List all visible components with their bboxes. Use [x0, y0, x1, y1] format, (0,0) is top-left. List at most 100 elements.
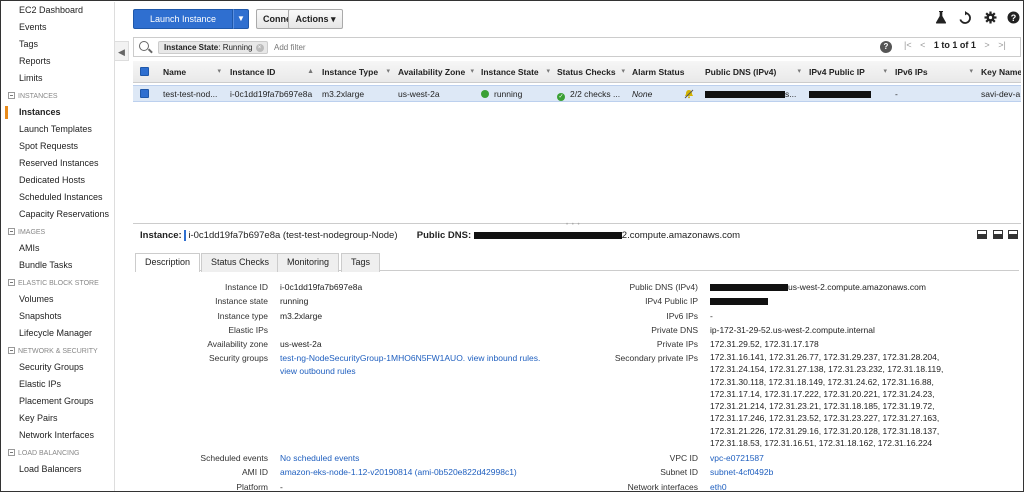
help-icon[interactable]: ?: [1005, 11, 1021, 27]
sidebar-item-dedicated-hosts[interactable]: Dedicated Hosts: [2, 172, 114, 189]
sidebar-item-ec2-dashboard[interactable]: EC2 Dashboard: [2, 2, 114, 19]
sidebar-section-load-balancing[interactable]: LOAD BALANCING: [2, 444, 114, 461]
last-page-icon[interactable]: >|: [998, 40, 1006, 50]
tab-monitoring[interactable]: Monitoring: [277, 253, 340, 272]
sidebar-item-events[interactable]: Events: [2, 19, 114, 36]
first-page-icon[interactable]: |<: [904, 40, 912, 50]
column-header-alarm-status[interactable]: Alarm Status: [632, 61, 702, 83]
column-header-key-name[interactable]: Key Name: [981, 61, 1021, 83]
tab-tags[interactable]: Tags: [341, 253, 381, 272]
select-all-checkbox[interactable]: [140, 67, 149, 76]
sort-icon[interactable]: ▾: [386, 61, 390, 83]
sidebar-item-scheduled-instances[interactable]: Scheduled Instances: [2, 189, 114, 206]
layout-bottom-icon[interactable]: [977, 230, 987, 239]
next-page-icon[interactable]: >: [984, 40, 989, 50]
table-row[interactable]: test-test-nod... i-0c1dd19fa7b697e8a m3.…: [133, 85, 1021, 102]
refresh-icon[interactable]: [957, 11, 973, 27]
add-filter-input[interactable]: [274, 41, 574, 54]
label-platform: Platform: [236, 482, 268, 492]
sidebar-item-network-interfaces[interactable]: Network Interfaces: [2, 427, 114, 444]
column-header-instance-state[interactable]: Instance State ▾: [481, 61, 554, 83]
column-header-instance-type[interactable]: Instance Type ▾: [322, 61, 394, 83]
sidebar-item-snapshots[interactable]: Snapshots: [2, 308, 114, 325]
sort-icon[interactable]: ▾: [883, 61, 887, 83]
drag-handle-icon[interactable]: • • •: [566, 222, 581, 228]
filter-chip-instance-state[interactable]: Instance State: Running ×: [158, 41, 268, 54]
column-header-ipv4-public-ip[interactable]: IPv4 Public IP ▾: [809, 61, 891, 83]
value-ami-id[interactable]: amazon-eks-node-1.12-v20190814 (ami-0b52…: [280, 467, 517, 477]
sidebar-item-volumes[interactable]: Volumes: [2, 291, 114, 308]
launch-instance-button[interactable]: Launch Instance: [133, 9, 233, 29]
column-header-ipv6-ips[interactable]: IPv6 IPs ▾: [895, 61, 977, 83]
value-scheduled-events[interactable]: No scheduled events: [280, 453, 359, 463]
sort-icon[interactable]: ▾: [621, 61, 625, 83]
security-group-link[interactable]: test-ng-NodeSecurityGroup-1MHO6N5FW1AUO.: [280, 353, 465, 363]
filter-help-icon[interactable]: ?: [880, 41, 892, 53]
value-subnet-id[interactable]: subnet-4cf0492b: [710, 467, 773, 477]
sidebar-item-instances[interactable]: Instances: [2, 104, 114, 121]
sidebar-section-images[interactable]: IMAGES: [2, 223, 114, 240]
prev-page-icon[interactable]: <: [920, 40, 925, 50]
column-header-status-checks[interactable]: Status Checks ▾: [557, 61, 629, 83]
remove-filter-icon[interactable]: ×: [255, 44, 264, 52]
launch-instance-dropdown[interactable]: ▼: [233, 9, 249, 29]
layout-full-icon[interactable]: [1008, 230, 1019, 239]
cell-instance-id: i-0c1dd19fa7b697e8a: [230, 89, 313, 99]
value-network-interfaces[interactable]: eth0: [710, 482, 727, 491]
collapse-section-icon[interactable]: [8, 279, 15, 286]
sidebar-item-spot-requests[interactable]: Spot Requests: [2, 138, 114, 155]
sidebar-collapse-button[interactable]: ◀: [115, 41, 129, 61]
sidebar-item-elastic-ips[interactable]: Elastic IPs: [2, 376, 114, 393]
column-header-public-dns-ipv4-[interactable]: Public DNS (IPv4) ▾: [705, 61, 805, 83]
sidebar-item-tags[interactable]: Tags: [2, 36, 114, 53]
collapse-section-icon[interactable]: [8, 92, 15, 99]
tab-status-checks[interactable]: Status Checks: [201, 253, 280, 272]
layout-split-icon[interactable]: [992, 230, 1003, 239]
sidebar-item-reserved-instances[interactable]: Reserved Instances: [2, 155, 114, 172]
view-outbound-rules-link[interactable]: view outbound rules: [280, 366, 356, 376]
running-status-icon: [481, 90, 489, 98]
sort-icon[interactable]: ▾: [470, 61, 474, 83]
sort-icon[interactable]: ▲: [307, 61, 314, 83]
sidebar-item-key-pairs[interactable]: Key Pairs: [2, 410, 114, 427]
value-private-ips: 172.31.29.52, 172.31.17.178: [710, 339, 819, 349]
collapse-section-icon[interactable]: [8, 228, 15, 235]
sidebar-section-label: ELASTIC BLOCK STORE: [18, 280, 99, 287]
sidebar-item-capacity-reservations[interactable]: Capacity Reservations: [2, 206, 114, 223]
label-vpc-id: VPC ID: [669, 453, 698, 463]
sidebar-section-network-security[interactable]: NETWORK & SECURITY: [2, 342, 114, 359]
sidebar-item-limits[interactable]: Limits: [2, 70, 114, 87]
sidebar-item-load-balancers[interactable]: Load Balancers: [2, 461, 114, 478]
label-network-interfaces: Network interfaces: [627, 482, 698, 492]
cell-instance-state: running: [481, 86, 551, 103]
value-vpc-id[interactable]: vpc-e0721587: [710, 453, 764, 463]
sidebar-item-amis[interactable]: AMIs: [2, 240, 114, 257]
view-inbound-rules-link[interactable]: view inbound rules.: [468, 353, 541, 363]
sidebar-item-reports[interactable]: Reports: [2, 53, 114, 70]
sidebar-item-bundle-tasks[interactable]: Bundle Tasks: [2, 257, 114, 274]
sidebar-section-elastic-block-store[interactable]: ELASTIC BLOCK STORE: [2, 274, 114, 291]
cell-public-dns: s...: [705, 86, 805, 103]
row-checkbox[interactable]: [140, 89, 149, 98]
create-alarm-icon[interactable]: [684, 89, 694, 99]
collapse-section-icon[interactable]: [8, 347, 15, 354]
sidebar-item-security-groups[interactable]: Security Groups: [2, 359, 114, 376]
sort-icon[interactable]: ▾: [969, 61, 973, 83]
sidebar-item-launch-templates[interactable]: Launch Templates: [2, 121, 114, 138]
svg-text:?: ?: [1010, 13, 1016, 23]
column-header-instance-id[interactable]: Instance ID ▲: [230, 61, 318, 83]
sort-icon[interactable]: ▾: [546, 61, 550, 83]
tab-description[interactable]: Description: [135, 253, 201, 272]
sidebar-item-lifecycle-manager[interactable]: Lifecycle Manager: [2, 325, 114, 342]
column-header-name[interactable]: Name ▾: [163, 61, 225, 83]
sidebar-item-placement-groups[interactable]: Placement Groups: [2, 393, 114, 410]
sort-icon[interactable]: ▾: [797, 61, 801, 83]
sidebar-section-instances[interactable]: INSTANCES: [2, 87, 114, 104]
sort-icon[interactable]: ▾: [217, 61, 221, 83]
column-header-availability-zone[interactable]: Availability Zone ▾: [398, 61, 478, 83]
actions-button[interactable]: Actions ▾: [288, 9, 343, 29]
panel-splitter[interactable]: • • •: [133, 222, 1021, 228]
collapse-section-icon[interactable]: [8, 449, 15, 456]
flask-icon[interactable]: [933, 11, 949, 27]
gear-icon[interactable]: [982, 11, 998, 27]
